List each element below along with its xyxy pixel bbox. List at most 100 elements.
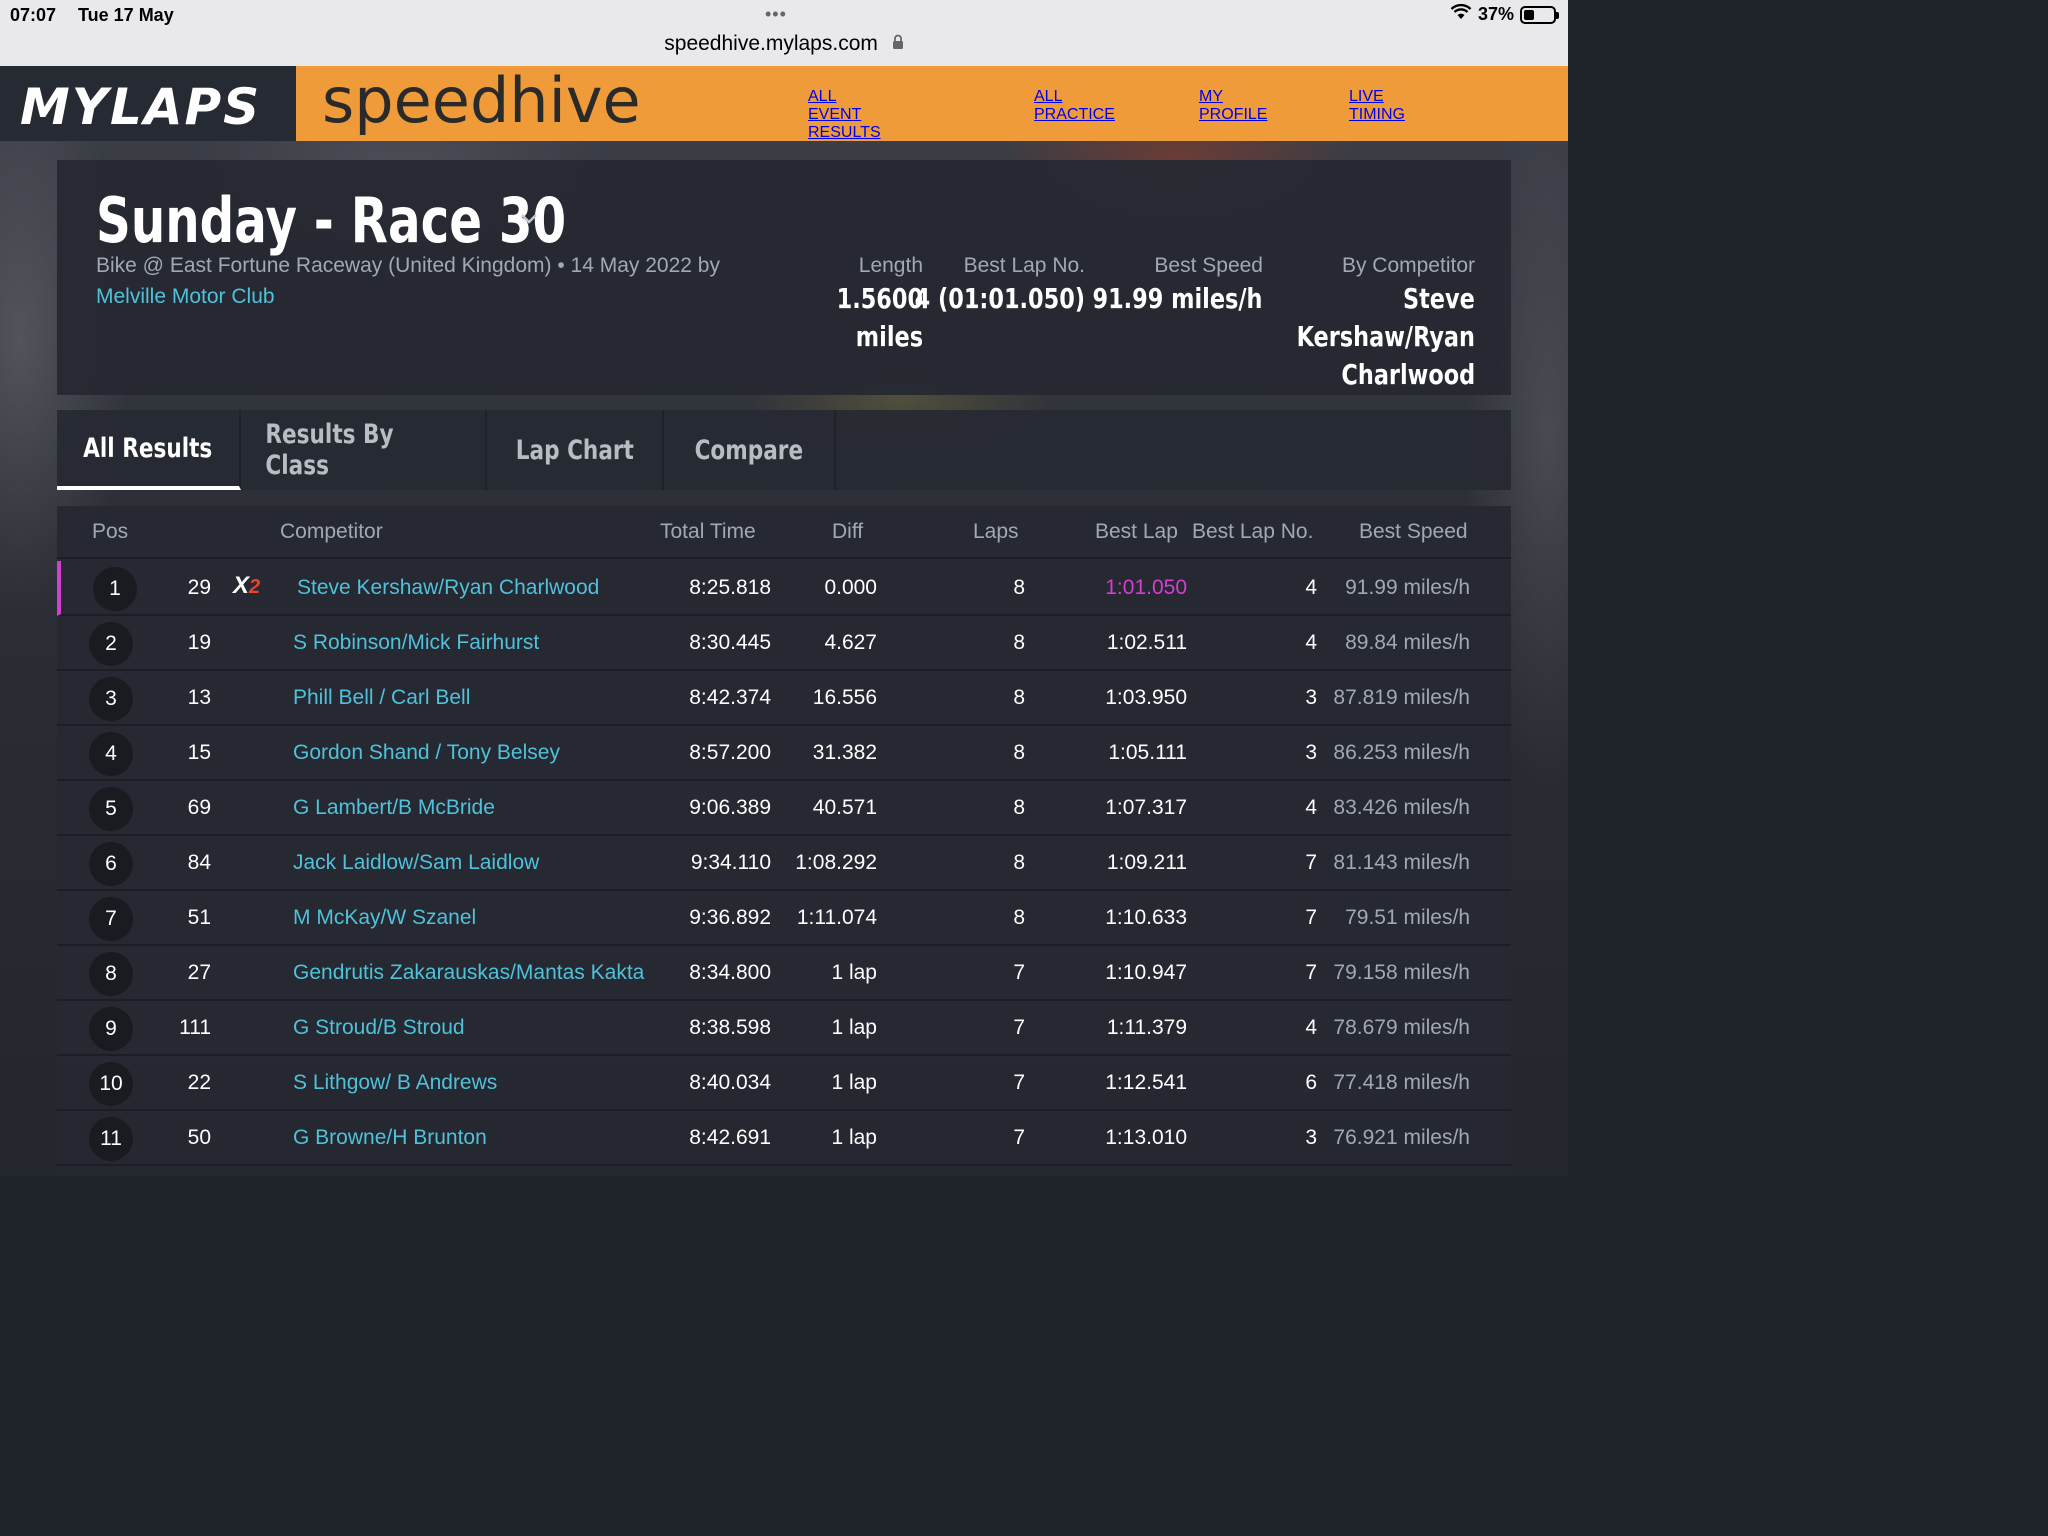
competitor-link[interactable]: G Stroud/B Stroud (293, 1016, 465, 1040)
competitor-link[interactable]: G Lambert/B McBride (293, 796, 495, 820)
nav-all-practice[interactable]: ALL PRACTICE (1034, 88, 1115, 124)
mylaps-logo[interactable]: MYLAPS (0, 66, 296, 141)
clock: 07:07 (10, 5, 57, 25)
more-dots-icon[interactable]: ••• (765, 4, 787, 25)
race-number: 15 (187, 741, 211, 764)
url-text: speedhive.mylaps.com (664, 32, 878, 55)
chevron-down-icon[interactable] (519, 212, 539, 231)
table-row[interactable]: 8 27 Gendrutis Zakarauskas/Mantas Kakta 8:3… (57, 946, 1511, 1001)
total-time: 8:38.598 (689, 1016, 771, 1039)
tab-compare[interactable]: Compare (664, 410, 836, 490)
best-lap: 1:10.947 (1105, 961, 1187, 984)
laps: 8 (1013, 686, 1025, 709)
by-competitor-line2: Kershaw/Ryan (1296, 320, 1475, 353)
battery-icon (1520, 5, 1559, 24)
laps: 8 (1013, 741, 1025, 764)
competitor-link[interactable]: M McKay/W Szanel (293, 906, 476, 930)
competitor-link[interactable]: S Lithgow/ B Andrews (293, 1071, 497, 1095)
position-number: 4 (105, 742, 117, 765)
speedhive-brand[interactable]: speedhive (322, 64, 641, 137)
col-total-time[interactable]: Total Time (660, 520, 756, 544)
site-header: MYLAPS speedhive ALL EVENT RESULTS ALL P… (0, 64, 1568, 142)
tab-all-results[interactable]: All Results (57, 410, 241, 490)
best-lap-no: 6 (1305, 1071, 1317, 1094)
race-number: 22 (187, 1071, 211, 1094)
table-row[interactable]: 3 13 Phill Bell / Carl Bell 8:42.374 16.556 8… (57, 671, 1511, 726)
length-value-line2: miles (855, 320, 923, 353)
competitor-link[interactable]: G Browne/H Brunton (293, 1126, 487, 1150)
race-number: 111 (179, 1016, 211, 1039)
nav-my-profile[interactable]: MY PROFILE (1199, 88, 1267, 124)
best-lap: 1:12.541 (1105, 1071, 1187, 1094)
laps: 8 (1013, 796, 1025, 819)
col-best-speed[interactable]: Best Speed (1359, 520, 1468, 544)
competitor-link[interactable]: Phill Bell / Carl Bell (293, 686, 470, 710)
address-bar[interactable]: speedhive.mylaps.com (0, 32, 1568, 56)
col-diff[interactable]: Diff (832, 520, 863, 544)
total-time: 8:42.691 (689, 1126, 771, 1149)
position-number: 2 (105, 632, 117, 655)
diff: 1:08.292 (795, 851, 877, 874)
nav-live-timing[interactable]: LIVE TIMING (1349, 88, 1405, 124)
table-row[interactable]: 6 84 Jack Laidlow/Sam Laidlow 9:34.110 1:08.… (57, 836, 1511, 891)
table-row[interactable]: 9 111 G Stroud/B Stroud 8:38.598 1 lap 7 1:11.… (57, 1001, 1511, 1056)
best-lap-no: 4 (1305, 1016, 1317, 1039)
table-row[interactable]: 10 22 S Lithgow/ B Andrews 8:40.034 1 lap 7 1:… (57, 1056, 1511, 1111)
position-badge: 5 (89, 787, 133, 831)
tab-results-by-class-label: Results By Class (265, 419, 394, 481)
status-right: 37% (1450, 3, 1559, 25)
position-number: 6 (105, 852, 117, 875)
table-row[interactable]: 2 19 S Robinson/Mick Fairhurst 8:30.445 4.62… (57, 616, 1511, 671)
competitor-link[interactable]: Jack Laidlow/Sam Laidlow (293, 851, 539, 875)
best-lap: 1:03.950 (1105, 686, 1187, 709)
best-lap: 1:02.511 (1106, 631, 1187, 654)
race-number: 19 (187, 631, 211, 654)
tab-lap-chart[interactable]: Lap Chart (487, 410, 664, 490)
col-pos[interactable]: Pos (92, 520, 128, 544)
competitor-link[interactable]: Steve Kershaw/Ryan Charlwood (297, 576, 599, 600)
best-lap-no: 4 (1305, 576, 1317, 599)
competitor-link[interactable]: Gendrutis Zakarauskas/Mantas Kakta (293, 961, 644, 985)
table-row[interactable]: 7 51 M McKay/W Szanel 9:36.892 1:11.074 8 1:10… (57, 891, 1511, 946)
tab-results-by-class[interactable]: Results By Class (241, 410, 487, 490)
col-competitor[interactable]: Competitor (280, 520, 383, 544)
length-label: Length (858, 254, 923, 277)
best-speed-label: Best Speed (1154, 254, 1263, 277)
x2-badge-x: X (233, 572, 250, 599)
col-best-lap[interactable]: Best Lap (1095, 520, 1178, 544)
competitor-link[interactable]: S Robinson/Mick Fairhurst (293, 631, 539, 655)
race-number: 69 (187, 796, 211, 819)
best-lap-no: 7 (1305, 851, 1317, 874)
table-row[interactable]: 4 15 Gordon Shand / Tony Belsey 8:57.200 31.… (57, 726, 1511, 781)
organizer-link[interactable]: Melville Motor Club (96, 285, 275, 309)
laps: 7 (1013, 1126, 1025, 1149)
col-laps[interactable]: Laps (973, 520, 1019, 544)
table-row[interactable]: 11 50 G Browne/H Brunton 8:42.691 1 lap 7 1:13… (57, 1111, 1511, 1166)
col-best-lap-no[interactable]: Best Lap No. (1192, 520, 1313, 544)
competitor-link[interactable]: Gordon Shand / Tony Belsey (293, 741, 560, 765)
race-number: 27 (187, 961, 211, 984)
total-time: 8:34.800 (689, 961, 771, 984)
table-row[interactable]: 1 29 X2 Steve Kershaw/Ryan Charlwood 8:25.81… (57, 561, 1511, 616)
diff: 40.571 (812, 796, 877, 819)
position-badge: 7 (89, 897, 133, 941)
diff: 1 lap (831, 1126, 877, 1149)
battery-fill (1524, 9, 1534, 20)
best-speed: 76.921 miles/h (1333, 1126, 1470, 1149)
position-badge: 1 (93, 567, 137, 611)
x2-badge-n: 2 (249, 576, 261, 598)
laps: 8 (1013, 631, 1025, 654)
best-speed: 81.143 miles/h (1333, 851, 1470, 874)
total-time: 8:42.374 (689, 686, 771, 709)
diff: 4.627 (824, 631, 877, 654)
table-row[interactable]: 5 69 G Lambert/B McBride 9:06.389 40.571 8 1:0… (57, 781, 1511, 836)
race-number: 84 (187, 851, 211, 874)
total-time: 9:36.892 (689, 906, 771, 929)
position-badge: 2 (89, 622, 133, 666)
position-badge: 4 (89, 732, 133, 776)
best-speed: 78.679 miles/h (1333, 1016, 1470, 1039)
total-time: 8:30.445 (689, 631, 771, 654)
position-number: 10 (99, 1072, 123, 1095)
event-panel: Sunday - Race 30 Bike @ East Fortune Rac… (57, 160, 1511, 395)
nav-all-event-results[interactable]: ALL EVENT RESULTS (808, 88, 881, 142)
